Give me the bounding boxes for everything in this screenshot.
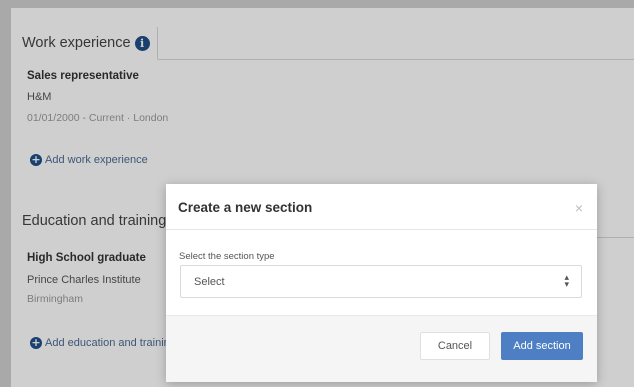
- add-section-button[interactable]: Add section: [501, 332, 583, 360]
- modal-title: Create a new section: [178, 200, 313, 215]
- section-type-label: Select the section type: [179, 251, 275, 262]
- modal-header: Create a new section ×: [166, 184, 597, 230]
- create-section-modal: Create a new section × Select the sectio…: [166, 184, 597, 382]
- section-type-select-value: Select: [194, 275, 225, 288]
- modal-footer: Cancel Add section: [166, 315, 597, 382]
- section-type-select[interactable]: Select ▴ ▾: [180, 265, 582, 298]
- chevron-up-down-icon: ▴ ▾: [564, 272, 569, 289]
- close-icon[interactable]: ×: [575, 200, 583, 216]
- cancel-button[interactable]: Cancel: [420, 332, 490, 360]
